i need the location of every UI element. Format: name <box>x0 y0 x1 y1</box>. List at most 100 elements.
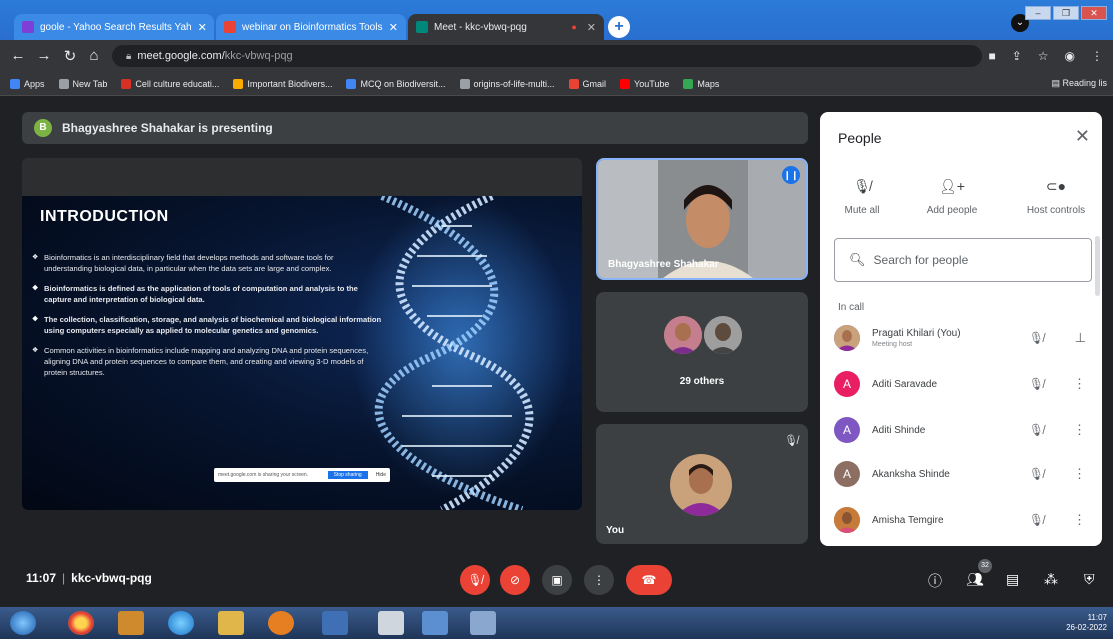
control-label: Host controls <box>1026 205 1086 216</box>
participant-row[interactable]: A Aditi Shinde 🎙︎̸ ⋮ <box>834 410 1096 450</box>
slide-title: INTRODUCTION <box>40 208 169 225</box>
host-controls-button[interactable]: ⊂● Host controls <box>1016 178 1096 216</box>
profile-icon[interactable]: ◉ <box>1065 49 1075 63</box>
close-tab-icon[interactable]: ✕ <box>198 21 207 34</box>
menu-dots-icon[interactable]: ⋮ <box>1091 49 1103 63</box>
share-icon[interactable]: ⇪ <box>1012 49 1022 63</box>
hide-share-notice-button[interactable]: Hide <box>372 472 390 478</box>
more-options-button[interactable]: ⋮ <box>584 565 614 595</box>
bookmark-apps[interactable]: Apps <box>10 78 45 89</box>
bookmark-biodiversity[interactable]: Important Biodivers... <box>233 78 333 89</box>
people-icon[interactable]: 👥︎ <box>966 571 984 588</box>
people-scrollbar[interactable] <box>1095 236 1100 296</box>
file-explorer-icon[interactable] <box>118 611 144 635</box>
participant-name: Akanksha Shinde <box>872 468 950 480</box>
maximize-button[interactable]: ❐ <box>1053 6 1079 20</box>
bookmark-star-icon[interactable]: ☆ <box>1038 49 1049 63</box>
more-vert-icon: ⋮ <box>593 573 605 587</box>
bookmark-label: Maps <box>697 78 720 89</box>
bookmark-origins-of-life[interactable]: origins-of-life-multi... <box>459 78 555 89</box>
self-tile[interactable]: 🎙︎̸ You <box>596 424 808 544</box>
youtube-icon <box>620 78 631 89</box>
camera-toggle-button[interactable]: ⊘ <box>500 565 530 595</box>
chrome-active-icon[interactable] <box>422 611 448 635</box>
host-controls-shield-icon[interactable]: ⛨ <box>1084 571 1095 588</box>
more-options-icon[interactable]: ⋮ <box>1073 376 1086 392</box>
close-tab-icon[interactable]: ✕ <box>587 21 596 34</box>
reload-icon[interactable]: ↻ <box>60 47 80 65</box>
bookmark-mcq[interactable]: MCQ on Biodiversit... <box>346 78 446 89</box>
camera-icon[interactable]: ■ <box>988 49 995 63</box>
reading-list-label: Reading lis <box>1062 78 1107 88</box>
presentation-tile[interactable]: INTRODUCTION Bioinformatics is an interd… <box>22 158 582 510</box>
add-people-button[interactable]: 👤︎+ Add people <box>912 178 992 216</box>
search-people-input[interactable]: 🔍︎ Search for people <box>834 238 1092 282</box>
participant-avatar <box>834 507 860 533</box>
tab-gmail-webinar[interactable]: webinar on Bioinformatics Tools ✕ <box>216 14 406 40</box>
microphone-toggle-button[interactable]: 🎙︎̸ <box>460 565 490 595</box>
meeting-info-icon[interactable]: ⓘ <box>928 571 942 591</box>
url-domain: meet.google.com/ <box>137 50 225 62</box>
presenter-video-tile[interactable]: ❙❙ Bhagyashree Shahakar <box>596 158 808 280</box>
participant-avatar <box>664 316 702 354</box>
more-options-icon[interactable]: ⋮ <box>1073 422 1086 438</box>
reading-list-button[interactable]: ▤ Reading lis <box>1051 78 1107 89</box>
participant-row[interactable]: A Akanksha Shinde 🎙︎̸ ⋮ <box>834 454 1096 494</box>
start-button-icon[interactable] <box>10 611 36 635</box>
window-close-button[interactable]: ✕ <box>1081 6 1107 20</box>
bookmark-gmail[interactable]: Gmail <box>568 78 606 89</box>
address-bar[interactable]: 🔒︎ meet.google.com/kkc-vbwq-pqg <box>112 45 982 67</box>
internet-explorer-icon[interactable] <box>168 611 194 635</box>
participant-row[interactable]: Pragati Khilari (You) Meeting host 🎙︎̸ ⊥ <box>834 318 1096 358</box>
word-icon[interactable] <box>470 611 496 635</box>
bookmark-cell-culture[interactable]: Cell culture educati... <box>121 78 219 89</box>
screen-share-notice: meet.google.com is sharing your screen. … <box>214 468 390 482</box>
tab-meet[interactable]: Meet - kkc-vbwq-pqg ● ✕ <box>408 14 604 40</box>
new-tab-button[interactable]: + <box>608 16 630 38</box>
presenting-banner: B Bhagyashree Shahakar is presenting <box>22 112 808 144</box>
others-tile[interactable]: 29 others <box>596 292 808 412</box>
minimize-button[interactable]: – <box>1025 6 1051 20</box>
mute-all-button[interactable]: 🎙︎̸ Mute all <box>822 178 902 216</box>
bookmark-label: New Tab <box>72 78 108 89</box>
document-icon[interactable] <box>378 611 404 635</box>
paint-icon[interactable] <box>322 611 348 635</box>
participant-row[interactable]: Amisha Temgire 🎙︎̸ ⋮ <box>834 500 1096 540</box>
system-tray-clock[interactable]: 11:07 26-02-2022 <box>1066 613 1107 633</box>
activities-icon[interactable]: ⁂ <box>1044 571 1058 588</box>
close-tab-icon[interactable]: ✕ <box>389 21 398 34</box>
stop-sharing-button[interactable]: Stop sharing <box>327 471 368 479</box>
close-people-panel-icon[interactable]: ✕ <box>1075 126 1090 147</box>
chat-icon[interactable]: ▤ <box>1006 571 1019 588</box>
mic-off-icon[interactable]: 🎙︎̸ <box>1029 377 1044 391</box>
home-icon[interactable]: ⌂ <box>84 47 104 64</box>
mic-off-icon[interactable]: 🎙︎̸ <box>1029 513 1044 527</box>
back-arrow-icon[interactable]: ← <box>8 47 28 64</box>
mic-off-icon[interactable]: 🎙︎̸ <box>1029 423 1044 437</box>
present-now-button[interactable]: ▣ <box>542 565 572 595</box>
bookmark-label: Important Biodivers... <box>247 78 333 89</box>
mic-off-icon[interactable]: 🎙︎̸ <box>1029 467 1044 481</box>
pin-icon[interactable]: ⊥ <box>1075 330 1086 346</box>
self-avatar <box>670 454 732 516</box>
participant-avatar: A <box>834 417 860 443</box>
tray-time: 11:07 <box>1087 613 1107 622</box>
leave-call-button[interactable]: ☎︎ <box>626 565 672 595</box>
people-panel-title: People <box>838 130 882 146</box>
bookmark-youtube[interactable]: YouTube <box>620 78 670 89</box>
bookmark-maps[interactable]: Maps <box>683 78 720 89</box>
participant-row[interactable]: A Aditi Saravade 🎙︎̸ ⋮ <box>834 364 1096 404</box>
more-options-icon[interactable]: ⋮ <box>1073 512 1086 528</box>
more-options-icon[interactable]: ⋮ <box>1073 466 1086 482</box>
folder-icon[interactable] <box>218 611 244 635</box>
mic-off-icon[interactable]: 🎙︎̸ <box>1029 331 1044 345</box>
chrome-taskbar-icon[interactable] <box>68 611 94 635</box>
presenter-name: Bhagyashree Shahakar <box>608 259 719 270</box>
tab-yahoo-search[interactable]: goole - Yahoo Search Results Yah ✕ <box>14 14 214 40</box>
bookmark-new-tab[interactable]: New Tab <box>58 78 108 89</box>
slide-bullet: Bioinformatics is an interdisciplinary f… <box>32 252 382 274</box>
media-player-icon[interactable] <box>268 611 294 635</box>
meeting-code: kkc-vbwq-pqg <box>71 571 152 585</box>
bookmark-label: YouTube <box>634 78 670 89</box>
forward-arrow-icon[interactable]: → <box>34 47 54 64</box>
